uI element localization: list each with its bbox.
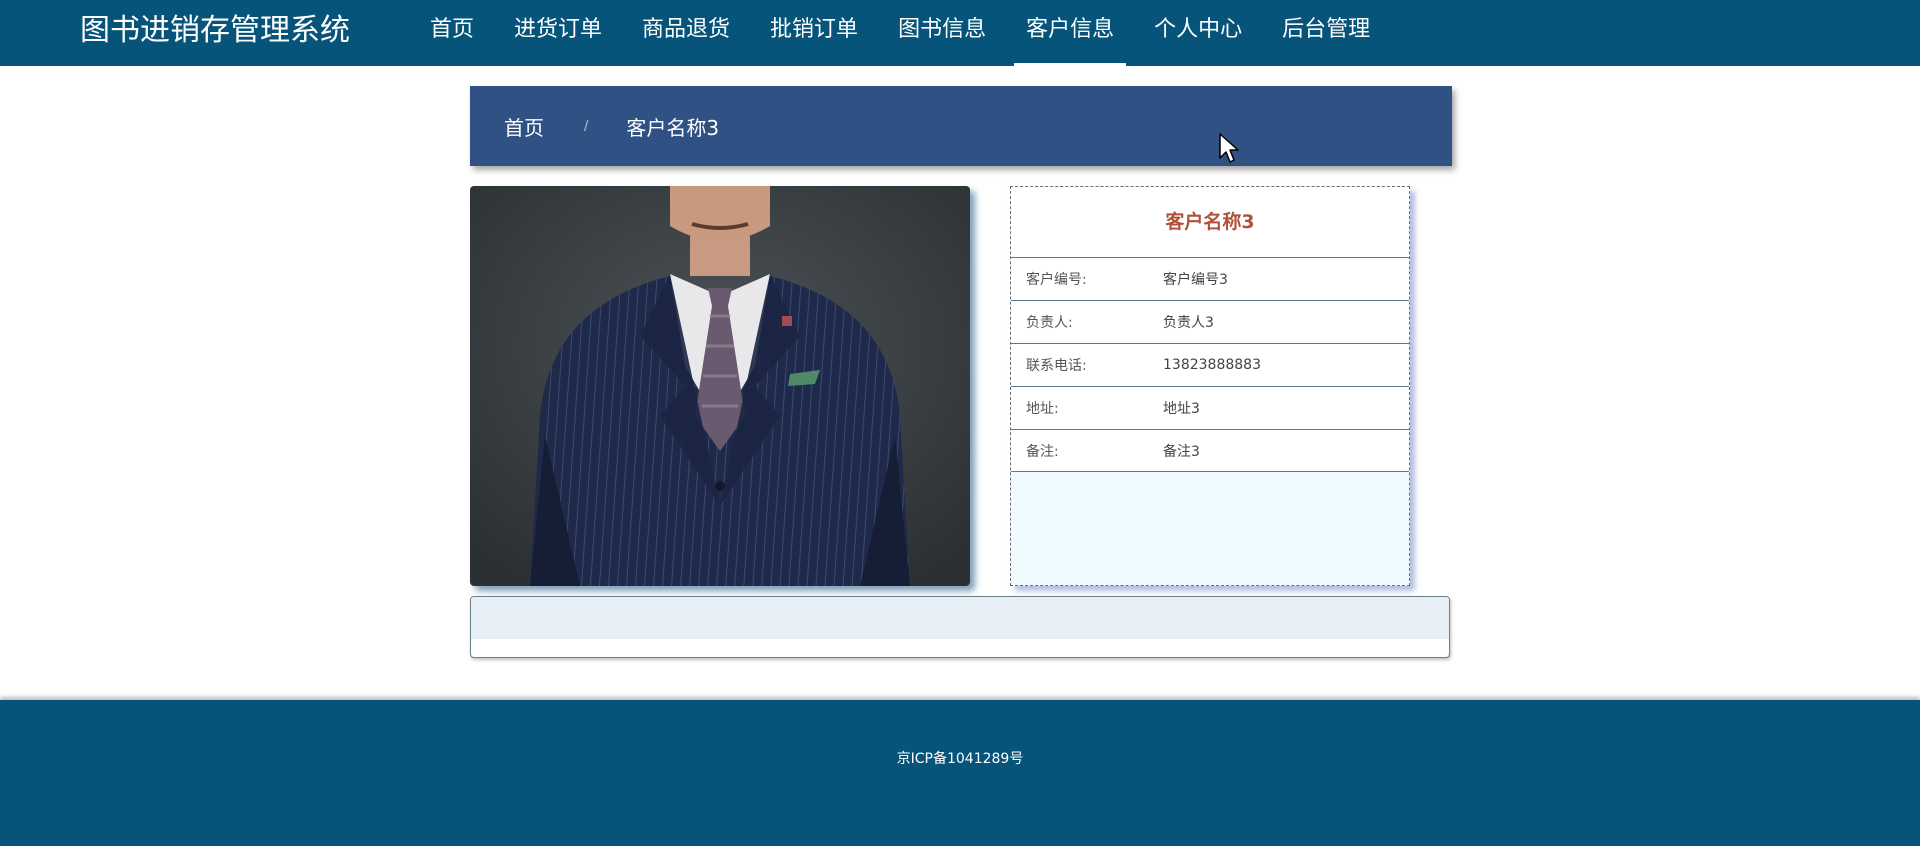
field-row-remarks: 备注: 备注3	[1011, 429, 1409, 472]
field-value: 负责人3	[1163, 315, 1214, 331]
main-nav: 首页 进货订单 商品退货 批销订单 图书信息 客户信息 个人中心 后台管理	[418, 0, 1398, 66]
field-value: 备注3	[1163, 443, 1200, 460]
top-navbar: 图书进销存管理系统 首页 进货订单 商品退货 批销订单 图书信息 客户信息 个人…	[0, 0, 1920, 66]
field-row-manager: 负责人: 负责人3	[1011, 300, 1409, 343]
customer-title: 客户名称3	[1011, 187, 1409, 257]
nav-item-personal-center[interactable]: 个人中心	[1142, 0, 1254, 66]
breadcrumb-current: 客户名称3	[626, 115, 720, 140]
field-label: 客户编号:	[1026, 272, 1087, 288]
nav-item-customer-info[interactable]: 客户信息	[1014, 0, 1127, 66]
footer-icp: 京ICP备1041289号	[896, 751, 1024, 767]
nav-item-wholesale-orders[interactable]: 批销订单	[758, 0, 870, 66]
mouse-pointer-icon	[1219, 133, 1239, 163]
customer-photo	[470, 186, 970, 586]
detail-box	[470, 596, 1450, 658]
field-label: 负责人:	[1026, 315, 1073, 331]
detail-box-header	[471, 597, 1449, 639]
nav-item-book-info[interactable]: 图书信息	[886, 0, 998, 66]
customer-info-panel: 客户名称3 客户编号: 客户编号3 负责人: 负责人3 联系电话: 138238…	[1010, 186, 1410, 586]
field-value: 地址3	[1163, 401, 1200, 417]
nav-item-home[interactable]: 首页	[418, 0, 486, 66]
brand-title[interactable]: 图书进销存管理系统	[80, 12, 350, 50]
breadcrumb: 首页 / 客户名称3	[470, 86, 1452, 166]
nav-item-returns[interactable]: 商品退货	[630, 0, 742, 66]
field-label: 地址:	[1026, 401, 1059, 417]
field-row-customer-id: 客户编号: 客户编号3	[1011, 257, 1409, 300]
nav-item-purchase-orders[interactable]: 进货订单	[502, 0, 614, 66]
field-value: 客户编号3	[1163, 272, 1228, 288]
field-label: 备注:	[1026, 443, 1059, 460]
field-value: 13823888883	[1163, 357, 1261, 373]
field-label: 联系电话:	[1026, 358, 1087, 374]
portrait-image	[470, 186, 970, 586]
footer: 京ICP备1041289号	[0, 700, 1920, 846]
breadcrumb-home-link[interactable]: 首页	[504, 112, 544, 141]
field-row-address: 地址: 地址3	[1011, 386, 1409, 429]
field-row-phone: 联系电话: 13823888883	[1011, 343, 1409, 386]
breadcrumb-separator: /	[584, 118, 589, 134]
nav-item-admin[interactable]: 后台管理	[1270, 0, 1382, 66]
